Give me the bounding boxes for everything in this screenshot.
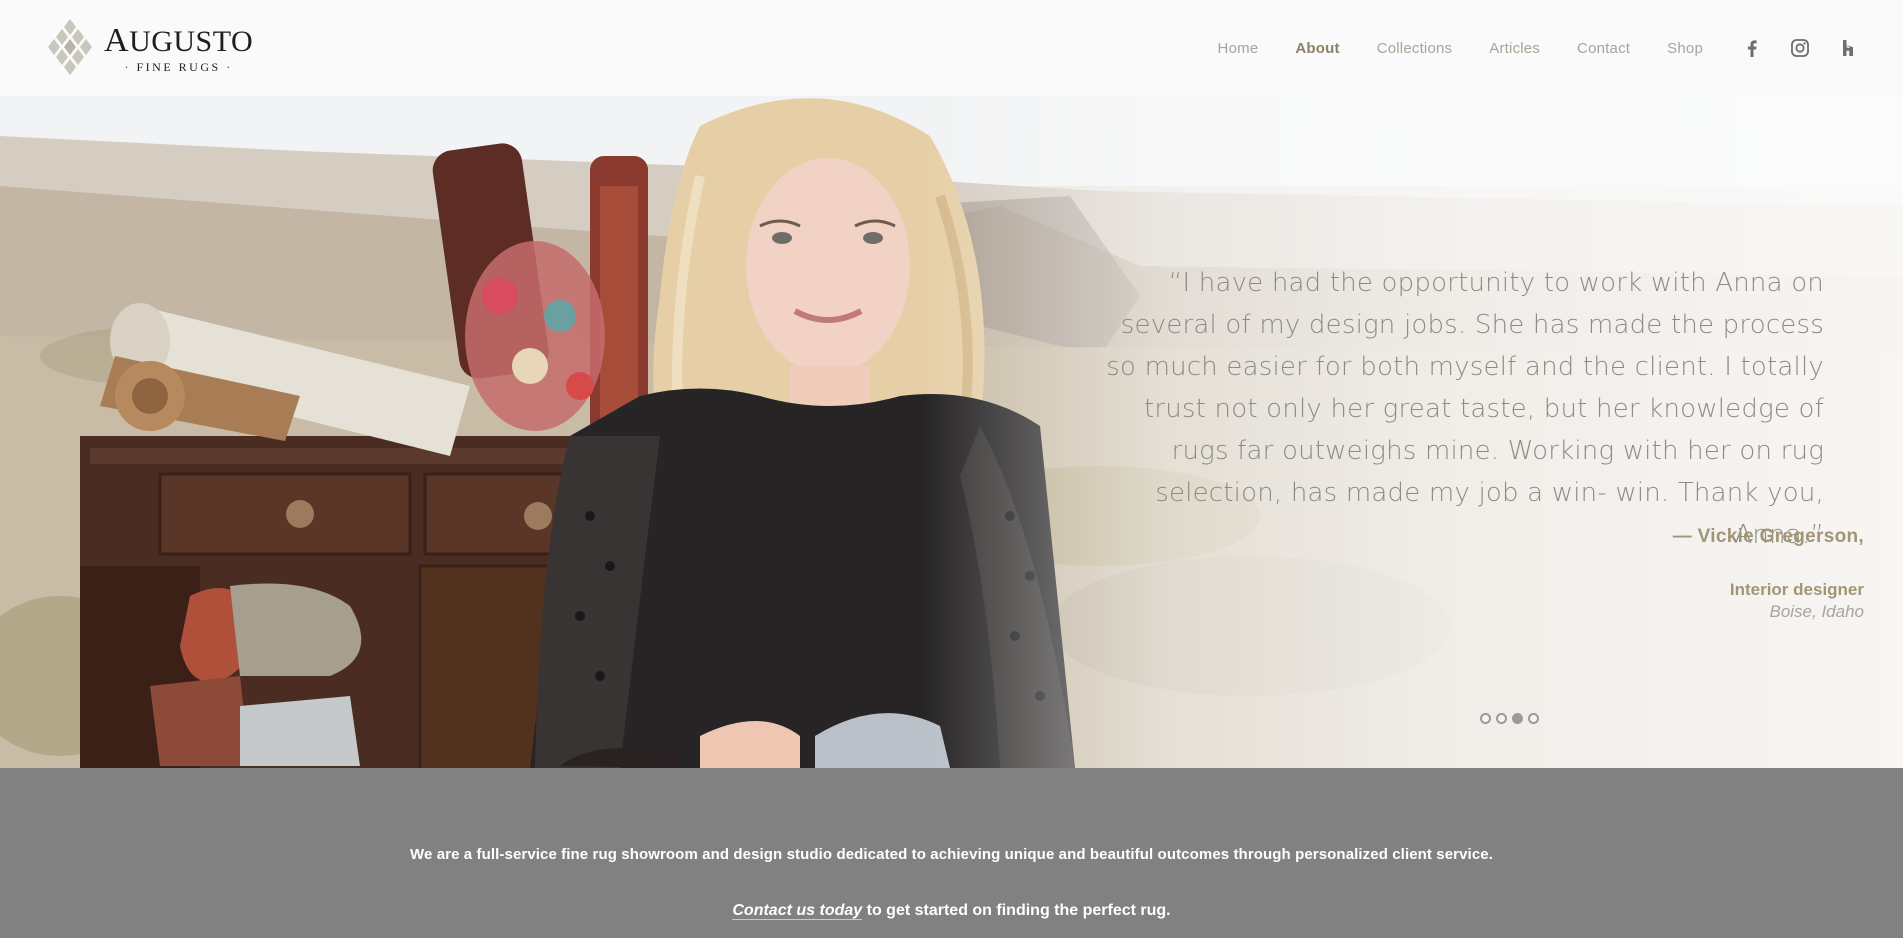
logo-diamond-icon [48,19,92,75]
slider-dot[interactable] [1528,713,1539,724]
site-header: AUGUSTO · FINE RUGS · Home About Collect… [0,0,1903,96]
intro-statement: We are a full-service fine rug showroom … [410,846,1493,863]
facebook-icon[interactable] [1741,37,1763,59]
slider-pagination [1480,713,1539,724]
intro-cta-text: to get started on finding the perfect ru… [862,902,1171,919]
testimonial-quote: “I have had the opportunity to work with… [1106,268,1824,550]
testimonial-role: Interior designer [1729,580,1864,599]
brand-name: AUGUSTO [104,21,254,59]
instagram-icon[interactable] [1789,37,1811,59]
nav-home[interactable]: Home [1218,40,1259,57]
contact-us-link[interactable]: Contact us today [732,902,863,920]
testimonial-location: Boise, Idaho [1769,602,1864,621]
social-links [1741,37,1859,59]
testimonial-author: — Vickie Gregerson, [1672,526,1864,547]
brand-logo[interactable]: AUGUSTO · FINE RUGS · [42,17,253,79]
brand-tagline: · FINE RUGS · [124,59,233,74]
nav-collections[interactable]: Collections [1377,40,1453,57]
intro-cta: Contact us today to get started on findi… [0,902,1903,920]
testimonial-hero: “I have had the opportunity to work with… [0,96,1903,768]
nav-shop[interactable]: Shop [1667,40,1703,57]
nav-contact[interactable]: Contact [1577,40,1630,57]
slider-dot[interactable] [1480,713,1491,724]
houzz-icon[interactable] [1837,37,1859,59]
nav-about[interactable]: About [1295,40,1339,57]
intro-band: We are a full-service fine rug showroom … [0,768,1903,938]
slider-dot[interactable] [1496,713,1507,724]
main-nav: Home About Collections Articles Contact … [1181,37,1859,59]
nav-articles[interactable]: Articles [1489,40,1540,57]
slider-dot-active[interactable] [1512,713,1523,724]
